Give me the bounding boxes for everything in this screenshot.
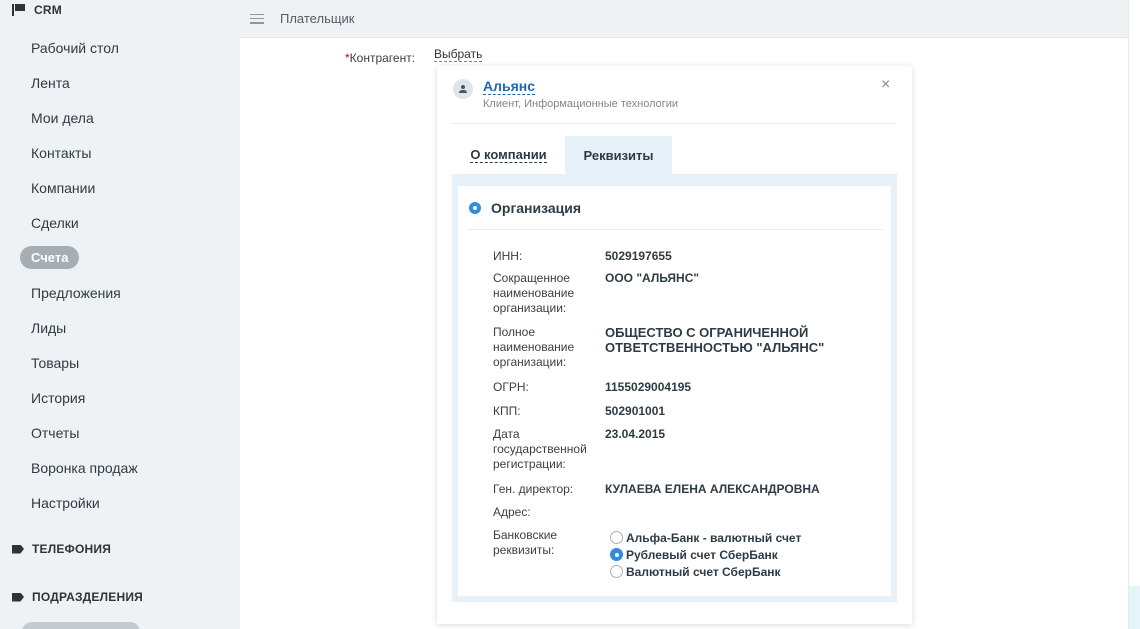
detail-value: ООО "АЛЬЯНС" xyxy=(605,271,700,285)
radio-icon[interactable] xyxy=(610,565,623,578)
select-counterparty-link[interactable]: Выбрать xyxy=(434,47,483,62)
sidebar-item-reports[interactable]: Отчеты xyxy=(31,425,79,441)
detail-value: КУЛАЕВА ЕЛЕНА АЛЕКСАНДРОВНА xyxy=(605,482,820,496)
bank-option[interactable]: Рублевый счет СберБанк xyxy=(610,546,801,563)
sidebar-item-history[interactable]: История xyxy=(31,390,85,406)
sidebar-item-settings[interactable]: Настройки xyxy=(31,495,100,511)
sidebar-item-products[interactable]: Товары xyxy=(31,355,79,371)
bank-option-label: Валютный счет СберБанк xyxy=(626,564,781,579)
tab-requisites[interactable]: Реквизиты xyxy=(565,136,672,174)
sidebar-item-quotes[interactable]: Предложения xyxy=(31,285,121,301)
detail-label: Адрес: xyxy=(493,505,531,519)
section-header: Плательщик xyxy=(240,0,1128,38)
detail-label: Банковские реквизиты: xyxy=(493,528,558,557)
requisites-frame: Организация ИНН: 5029197655 Сокращенное … xyxy=(452,174,897,602)
hamburger-icon[interactable] xyxy=(250,13,264,24)
bank-option-label: Рублевый счет СберБанк xyxy=(626,547,778,562)
detail-label: Дата государственной регистрации: xyxy=(493,427,587,471)
sidebar-item-desktop[interactable]: Рабочий стол xyxy=(31,40,119,56)
sidebar-item-feed[interactable]: Лента xyxy=(31,75,70,91)
detail-label: Полное наименование организации: xyxy=(493,325,575,369)
tab-about-company[interactable]: О компании xyxy=(452,136,565,174)
crm-heading-label: CRM xyxy=(34,3,62,17)
organization-radio[interactable] xyxy=(469,202,481,214)
sidebar: CRM Рабочий стол Лента Мои дела Контакты… xyxy=(0,0,224,629)
bank-account-options: Альфа-Банк - валютный счет Рублевый счет… xyxy=(610,529,801,580)
detail-label: ИНН: xyxy=(493,249,523,263)
sidebar-item-sales-funnel[interactable]: Воронка продаж xyxy=(31,460,138,476)
tab-about-company-label: О компании xyxy=(470,146,547,163)
right-strip xyxy=(1128,0,1140,629)
bank-option[interactable]: Валютный счет СберБанк xyxy=(610,563,801,580)
detail-label: Ген. директор: xyxy=(493,482,574,496)
sidebar-item-companies[interactable]: Компании xyxy=(31,180,95,196)
crm-section-heading[interactable]: CRM xyxy=(12,3,62,17)
tag-icon xyxy=(12,544,24,554)
telephony-heading-label: ТЕЛЕФОНИЯ xyxy=(32,542,112,556)
sidebar-item-invoices[interactable]: Счета xyxy=(20,246,80,269)
detail-value: 502901001 xyxy=(605,404,666,418)
detail-value: 1155029004195 xyxy=(605,380,692,394)
sidebar-bottom-pill[interactable] xyxy=(22,622,140,629)
detail-label: ОГРН: xyxy=(493,380,529,394)
divider xyxy=(467,229,883,230)
sidebar-item-leads[interactable]: Лиды xyxy=(31,320,66,336)
counterparty-label: *Контрагент: xyxy=(345,51,415,65)
departments-section-heading[interactable]: ПОДРАЗДЕЛЕНИЯ xyxy=(12,590,143,604)
organization-title: Организация xyxy=(491,200,582,216)
divider xyxy=(452,123,896,124)
sidebar-item-deals[interactable]: Сделки xyxy=(31,215,79,231)
company-icon xyxy=(453,79,473,99)
company-name-link[interactable]: Альянс xyxy=(483,79,536,95)
sidebar-item-my-tasks[interactable]: Мои дела xyxy=(31,110,94,126)
detail-value: 5029197655 xyxy=(605,249,672,263)
flag-icon xyxy=(12,4,26,16)
counterparty-label-text: Контрагент: xyxy=(349,51,416,65)
bank-option[interactable]: Альфа-Банк - валютный счет xyxy=(610,529,801,546)
section-title: Плательщик xyxy=(280,11,355,26)
detail-label: КПП: xyxy=(493,404,521,418)
departments-heading-label: ПОДРАЗДЕЛЕНИЯ xyxy=(32,590,143,604)
requisites-panel: Организация ИНН: 5029197655 Сокращенное … xyxy=(458,186,891,596)
close-icon[interactable]: × xyxy=(881,76,890,94)
telephony-section-heading[interactable]: ТЕЛЕФОНИЯ xyxy=(12,542,111,556)
sidebar-item-contacts[interactable]: Контакты xyxy=(31,145,91,161)
detail-label: Сокращенное наименование организации: xyxy=(493,271,575,315)
detail-value: 23.04.2015 xyxy=(605,427,666,441)
tag-icon xyxy=(12,592,24,602)
radio-icon[interactable] xyxy=(610,531,623,544)
detail-value: ОБЩЕСТВО С ОГРАНИЧЕННОЙ ОТВЕТСТВЕННОСТЬЮ… xyxy=(605,325,825,355)
company-card: Альянс Клиент, Информационные технологии… xyxy=(437,66,912,624)
bank-option-label: Альфа-Банк - валютный счет xyxy=(626,530,802,545)
company-subtitle: Клиент, Информационные технологии xyxy=(483,98,679,110)
radio-selected-icon[interactable] xyxy=(610,548,623,561)
